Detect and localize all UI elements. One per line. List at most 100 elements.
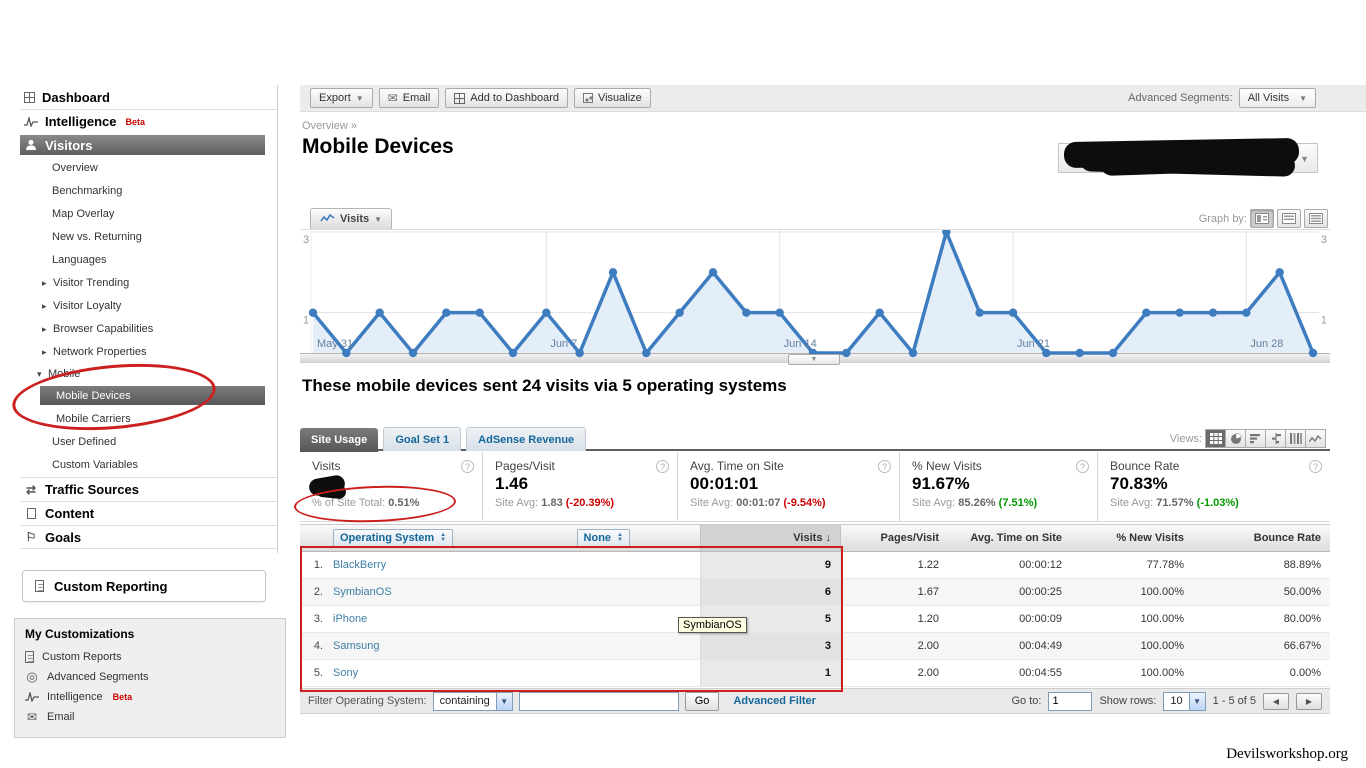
sidebar-item-mobile-devices[interactable]: Mobile Devices: [40, 386, 265, 405]
view-sparkline-button[interactable]: [1305, 429, 1326, 448]
column-header-new-visits[interactable]: % New Visits: [1071, 532, 1193, 544]
help-icon[interactable]: ?: [461, 460, 474, 473]
goto-label: Go to:: [1012, 695, 1042, 707]
column-header-bounce-rate[interactable]: Bounce Rate: [1193, 532, 1330, 544]
scorecard-value: 1.46: [495, 474, 667, 494]
goto-page-input[interactable]: [1048, 692, 1092, 711]
help-icon[interactable]: ?: [1076, 460, 1089, 473]
advanced-segments-dropdown[interactable]: All Visits▼: [1239, 88, 1316, 108]
sidebar-item-overview[interactable]: Overview: [20, 157, 277, 180]
sidebar-item-visitor-loyalty[interactable]: ▸Visitor Loyalty: [20, 295, 277, 318]
show-rows-label: Show rows:: [1099, 695, 1156, 707]
traffic-sources-icon: ⇄: [24, 483, 38, 497]
add-to-dashboard-button[interactable]: Add to Dashboard: [445, 88, 568, 108]
os-link[interactable]: Samsung: [333, 640, 379, 652]
sidebar-item-network-properties[interactable]: ▸Network Properties: [20, 341, 277, 364]
advanced-segments-control: Advanced Segments: All Visits▼: [1128, 88, 1316, 108]
visualize-icon: [583, 93, 593, 103]
column-header-visits[interactable]: Visits ↓: [700, 525, 841, 551]
chart-metric-selector[interactable]: Visits ▼: [310, 208, 392, 229]
sidebar-item-benchmarking[interactable]: Benchmarking: [20, 180, 277, 203]
table-row: 5. Sony 1 2.00 00:04:55 100.00% 0.00%: [300, 660, 1330, 687]
help-icon[interactable]: ?: [656, 460, 669, 473]
date-range-selector[interactable]: ▼: [1058, 143, 1318, 173]
os-link[interactable]: BlackBerry: [333, 559, 386, 571]
help-icon[interactable]: ?: [1309, 460, 1322, 473]
sidebar-item-intelligence-bottom[interactable]: Intelligence Beta: [25, 687, 285, 707]
sidebar-item-map-overlay[interactable]: Map Overlay: [20, 203, 277, 226]
view-pie-button[interactable]: [1225, 429, 1246, 448]
sidebar-item-user-defined[interactable]: User Defined: [20, 431, 277, 454]
table-header-row: Operating System▲▼ None▲▼ Visits ↓ Pages…: [300, 524, 1330, 552]
secondary-dimension-button[interactable]: None▲▼: [577, 529, 630, 548]
os-link[interactable]: SymbianOS: [333, 586, 392, 598]
chart-scrollbar-handle[interactable]: ▼: [788, 354, 840, 365]
graph-by-month-button[interactable]: [1304, 209, 1328, 228]
view-bar-button[interactable]: [1245, 429, 1266, 448]
sidebar-item-advanced-segments[interactable]: ◎ Advanced Segments: [25, 667, 285, 687]
expand-arrow-icon: ▸: [42, 295, 47, 318]
sidebar-item-languages[interactable]: Languages: [20, 249, 277, 272]
sidebar-item-dashboard[interactable]: Dashboard: [20, 85, 277, 109]
dimension-selector-button[interactable]: Operating System▲▼: [333, 529, 453, 548]
expand-arrow-icon: ▸: [42, 318, 47, 341]
report-toolbar: Export▼ ✉Email Add to Dashboard Visualiz…: [300, 85, 1366, 112]
tab-site-usage[interactable]: Site Usage: [300, 428, 378, 452]
scorecard-value: 91.67%: [912, 474, 1087, 494]
tab-goal-set-1[interactable]: Goal Set 1: [383, 427, 461, 451]
sidebar-item-visitors[interactable]: Visitors: [20, 135, 265, 155]
custom-reporting-button[interactable]: Custom Reporting: [22, 570, 266, 602]
advanced-filter-link[interactable]: Advanced Filter: [733, 695, 816, 707]
visualize-button[interactable]: Visualize: [574, 88, 651, 108]
sidebar-item-mobile-carriers[interactable]: Mobile Carriers: [20, 408, 277, 431]
filter-match-type-select[interactable]: containing▼: [433, 692, 513, 711]
next-page-button[interactable]: ▶: [1296, 693, 1322, 710]
bullseye-icon: ◎: [25, 669, 39, 685]
sidebar-item-traffic-sources[interactable]: ⇄ Traffic Sources: [20, 477, 277, 501]
sidebar-item-intelligence[interactable]: Intelligence Beta: [20, 109, 277, 133]
sidebar-item-browser-capabilities[interactable]: ▸Browser Capabilities: [20, 318, 277, 341]
scorecard-value: 00:01:01: [690, 474, 889, 494]
view-comparison-button[interactable]: [1265, 429, 1286, 448]
dashboard-grid-icon: [454, 93, 465, 104]
breadcrumb[interactable]: Overview »: [302, 120, 357, 132]
sidebar-item-goals[interactable]: ⚐ Goals: [20, 525, 277, 549]
dashboard-icon: [24, 92, 35, 103]
collapse-arrow-icon: ▾: [37, 364, 42, 384]
sidebar-item-content[interactable]: Content: [20, 501, 277, 525]
column-header-pages-visit[interactable]: Pages/Visit: [841, 532, 948, 544]
column-header-avg-time[interactable]: Avg. Time on Site: [948, 532, 1071, 544]
content-icon: [24, 508, 38, 519]
graph-by-week-button[interactable]: [1277, 209, 1301, 228]
email-button[interactable]: ✉Email: [379, 88, 440, 108]
svg-text:Jun 14: Jun 14: [784, 338, 817, 350]
table-row: 1. BlackBerry 9 1.22 00:00:12 77.78% 88.…: [300, 552, 1330, 579]
visits-chart-svg: May 31Jun 7Jun 14Jun 21Jun 281133: [300, 230, 1330, 362]
export-button[interactable]: Export▼: [310, 88, 373, 108]
visits-chart-module: Visits ▼ Graph by: May 31Jun 7Jun 14Jun …: [300, 206, 1330, 372]
sidebar-item-custom-reports[interactable]: Custom Reports: [25, 647, 285, 667]
help-icon[interactable]: ?: [878, 460, 891, 473]
show-rows-select[interactable]: 10▼: [1163, 692, 1205, 711]
view-table-button[interactable]: [1205, 429, 1226, 448]
sidebar-item-mobile[interactable]: ▾Mobile: [20, 364, 277, 384]
os-link[interactable]: Sony: [333, 667, 358, 679]
graph-by-day-button[interactable]: [1250, 209, 1274, 228]
intelligence-icon: [24, 117, 38, 127]
prev-page-button[interactable]: ◀: [1263, 693, 1289, 710]
os-link[interactable]: iPhone: [333, 613, 367, 625]
tab-adsense-revenue[interactable]: AdSense Revenue: [466, 427, 586, 451]
scorecard-new-visits: % New Visits ? 91.67% Site Avg: 85.26% (…: [900, 452, 1098, 521]
sidebar-item-custom-variables[interactable]: Custom Variables: [20, 454, 277, 477]
my-customizations-title: My Customizations: [25, 627, 285, 641]
table-row: 3. iPhone 5 1.20 00:00:09 100.00% 80.00%: [300, 606, 1330, 633]
graph-by-control: Graph by:: [1199, 209, 1328, 228]
scorecard-avg-time: Avg. Time on Site ? 00:01:01 Site Avg: 0…: [678, 452, 900, 521]
sidebar-item-visitor-trending[interactable]: ▸Visitor Trending: [20, 272, 277, 295]
sidebar-item-email[interactable]: ✉ Email: [25, 707, 285, 727]
view-pivot-button[interactable]: [1285, 429, 1306, 448]
sort-chevrons-icon: ▲▼: [617, 533, 623, 543]
go-button[interactable]: Go: [685, 692, 720, 711]
filter-text-input[interactable]: [519, 692, 679, 711]
sidebar-item-new-vs-returning[interactable]: New vs. Returning: [20, 226, 277, 249]
